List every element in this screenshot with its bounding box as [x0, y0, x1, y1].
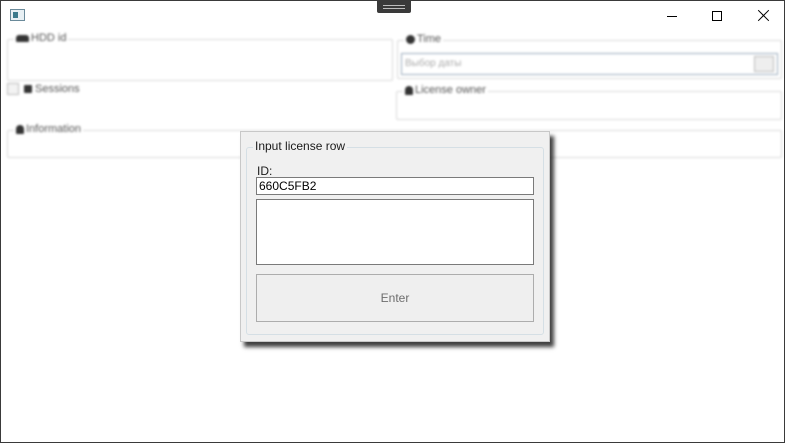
app-icon [10, 9, 25, 21]
information-icon [16, 124, 24, 134]
maximize-button[interactable] [694, 1, 740, 31]
license-owner-label: License owner [415, 84, 486, 96]
sessions-icon [24, 85, 32, 93]
title-bar [1, 1, 784, 31]
clock-icon [406, 34, 415, 44]
sessions-label: Sessions [35, 83, 80, 95]
enter-button[interactable]: Enter [256, 274, 534, 322]
time-label: Time [417, 33, 442, 45]
calendar-icon[interactable] [754, 56, 774, 72]
sessions-checkbox[interactable] [7, 83, 19, 95]
main-window: HDD id Time Выбор даты Sessions License … [0, 0, 785, 443]
license-owner-group: License owner [396, 84, 782, 120]
minimize-icon [667, 16, 677, 17]
information-label: Information [26, 123, 82, 135]
id-label: ID: [257, 164, 273, 178]
license-row-fieldset: Input license row ID: Enter [246, 139, 544, 335]
dialog-title: Input license row [253, 139, 348, 153]
input-license-dialog: Input license row ID: Enter [240, 131, 550, 342]
drag-grip-icon[interactable] [377, 1, 411, 13]
hdd-id-label: HDD id [31, 32, 67, 44]
id-input[interactable] [256, 177, 534, 195]
close-button[interactable] [740, 1, 784, 31]
date-placeholder: Выбор даты [405, 58, 462, 69]
date-picker-input[interactable]: Выбор даты [401, 53, 778, 75]
maximize-icon [712, 11, 722, 21]
close-icon [757, 9, 770, 22]
hdd-id-group: HDD id [7, 32, 393, 81]
minimize-button[interactable] [649, 1, 695, 31]
license-text-area[interactable] [256, 199, 534, 265]
hdd-icon [16, 34, 29, 42]
person-icon [405, 85, 413, 95]
